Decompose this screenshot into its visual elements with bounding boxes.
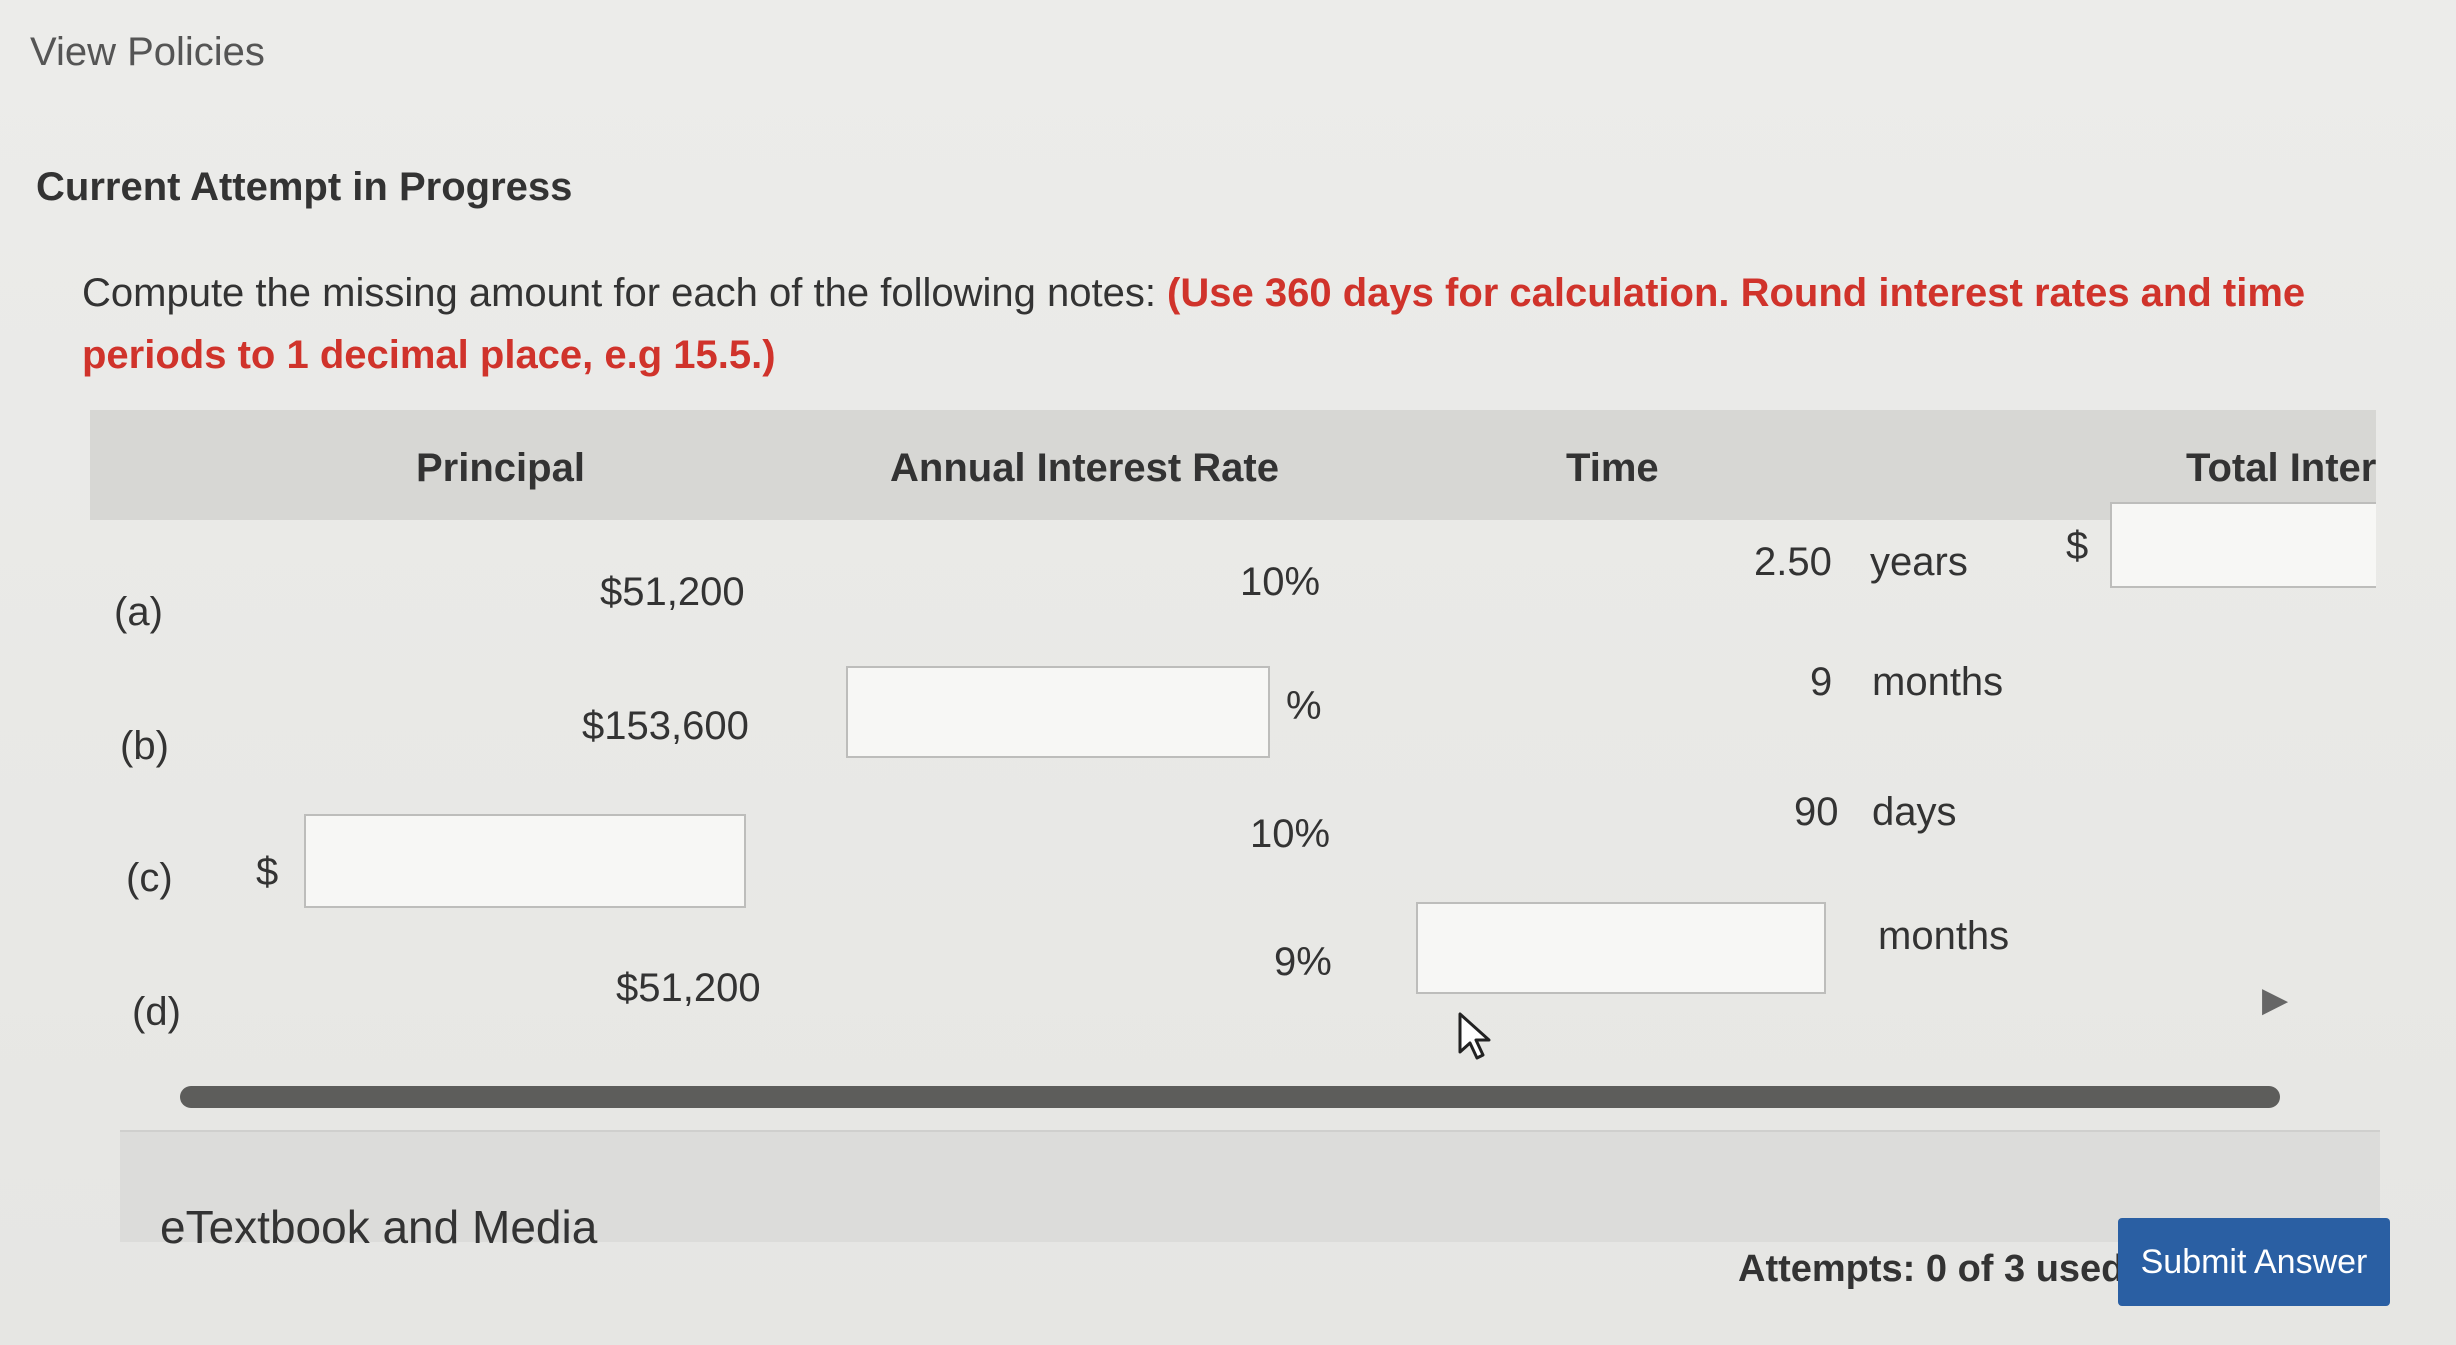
percent-sign: % [1286, 684, 1322, 728]
page: View Policies Current Attempt in Progres… [0, 0, 2456, 1345]
notes-table: Principal Annual Interest Rate Time Tota… [90, 410, 2376, 1070]
view-policies-link[interactable]: View Policies [30, 30, 265, 75]
rate-value: 9% [1274, 940, 1332, 984]
row-label: (c) [126, 856, 173, 900]
attempts-counter: Attempts: 0 of 3 used [1738, 1248, 2125, 1290]
table-header: Principal Annual Interest Rate Time Tota… [90, 410, 2376, 520]
header-total-interest: Total Intere [2186, 446, 2376, 490]
time-input-d[interactable] [1416, 902, 1826, 994]
total-interest-input-a[interactable] [2110, 502, 2376, 588]
header-time: Time [1566, 446, 1659, 490]
total-dollar-sign: $ [2066, 524, 2089, 568]
time-value: 2.50 [1754, 540, 1832, 584]
principal-dollar-sign: $ [256, 850, 279, 894]
etextbook-media-link[interactable]: eTextbook and Media [160, 1200, 597, 1254]
mouse-cursor-icon [1458, 1012, 1491, 1060]
time-unit: months [1872, 660, 2004, 704]
attempt-heading: Current Attempt in Progress [36, 165, 573, 209]
question-prompt: Compute the missing amount for each of t… [82, 271, 1168, 315]
time-value: 9 [1810, 660, 1833, 704]
submit-answer-button[interactable]: Submit Answer [2118, 1218, 2390, 1306]
header-principal: Principal [416, 446, 585, 490]
rate-value: 10% [1250, 812, 1331, 856]
time-value: 90 [1794, 790, 1839, 834]
time-unit: years [1870, 540, 1968, 584]
table-horizontal-scrollbar[interactable]: ◀ [90, 1058, 2390, 1191]
principal-input-c[interactable] [304, 814, 746, 908]
principal-value: $51,200 [616, 966, 761, 1010]
time-unit: days [1872, 790, 1957, 834]
annual-rate-input-b[interactable] [846, 666, 1270, 758]
scroll-right-arrow-icon[interactable]: ▶ [2262, 980, 2288, 1020]
row-label: (b) [120, 724, 169, 768]
principal-value: $153,600 [582, 704, 749, 748]
row-label: (a) [114, 590, 163, 634]
scrollbar-thumb[interactable] [180, 1086, 2280, 1108]
time-unit: months [1878, 914, 2010, 958]
header-annual-interest-rate: Annual Interest Rate [890, 446, 1279, 490]
rate-value: 10% [1240, 560, 1321, 604]
question-instruction: Compute the missing amount for each of t… [82, 262, 2332, 386]
principal-value: $51,200 [600, 570, 745, 614]
row-label: (d) [132, 990, 181, 1034]
